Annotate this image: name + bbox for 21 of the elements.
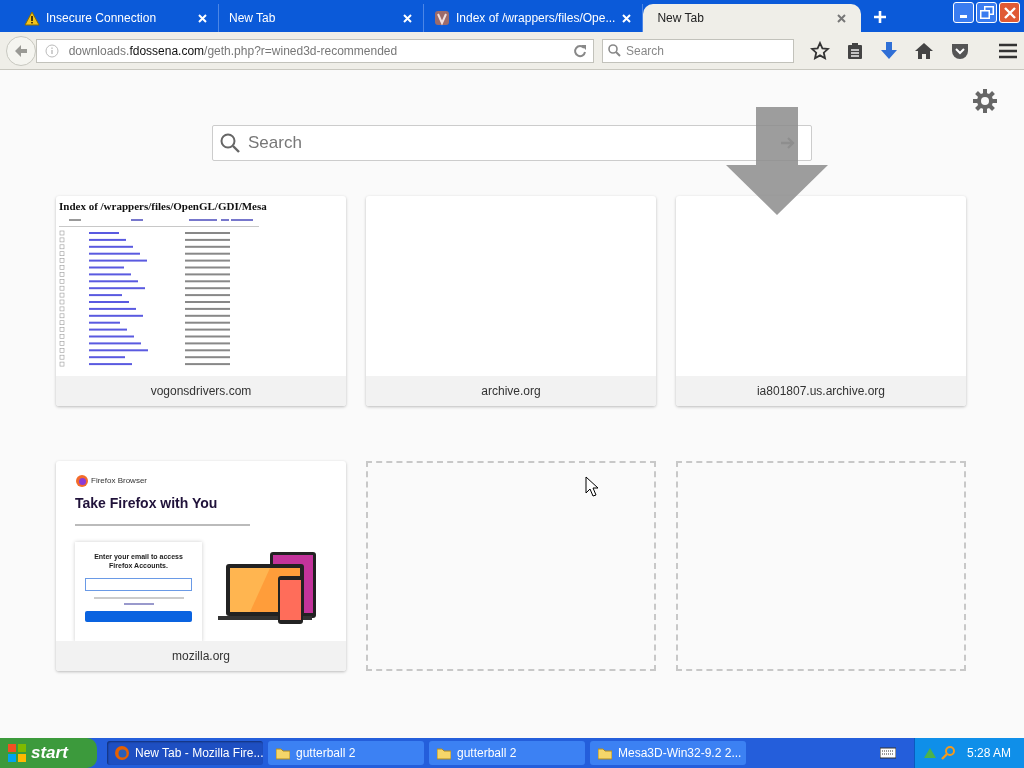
page-search-field[interactable]: Search <box>212 125 812 161</box>
tile-label: ia801807.us.archive.org <box>676 376 966 406</box>
taskbar-button[interactable]: gutterball 2 <box>268 741 424 765</box>
site-tile[interactable]: Index of /wrappers/files/OpenGL/GDI/Mesa vogonsdrivers.com <box>56 196 346 406</box>
page-heading: Take Firefox with You <box>74 494 219 513</box>
address-field[interactable]: downloads.fdossena.com/geth.php?r=wined3d-recommended <box>35 38 594 63</box>
brand-name: Firefox Browser <box>91 475 147 487</box>
tile-label: vogonsdrivers.com <box>56 376 346 406</box>
taskbar-button[interactable]: Mesa3D-Win32-9.2 2... <box>590 741 746 765</box>
site-tile[interactable]: archive.org <box>366 196 656 406</box>
clock-text: 5:28 AM <box>967 745 1012 762</box>
taskbar-button[interactable]: gutterball 2 <box>429 741 585 765</box>
search-field[interactable]: Search <box>602 39 794 63</box>
url-text: downloads.fdossena.com/geth.php?r=wined3d-recommended <box>68 42 399 60</box>
start-button[interactable]: start <box>0 738 97 768</box>
browser-tab[interactable]: New Tab <box>643 4 862 32</box>
site-tile[interactable]: ia801807.us.archive.org <box>676 196 966 406</box>
tile-label: mozilla.org <box>56 641 346 671</box>
taskbar-button[interactable]: New Tab - Mozilla Fire... <box>107 741 263 765</box>
tile-label: archive.org <box>366 376 656 406</box>
page-heading: Index of /wrappers/files/OpenGL/GDI/Mesa <box>58 199 268 214</box>
